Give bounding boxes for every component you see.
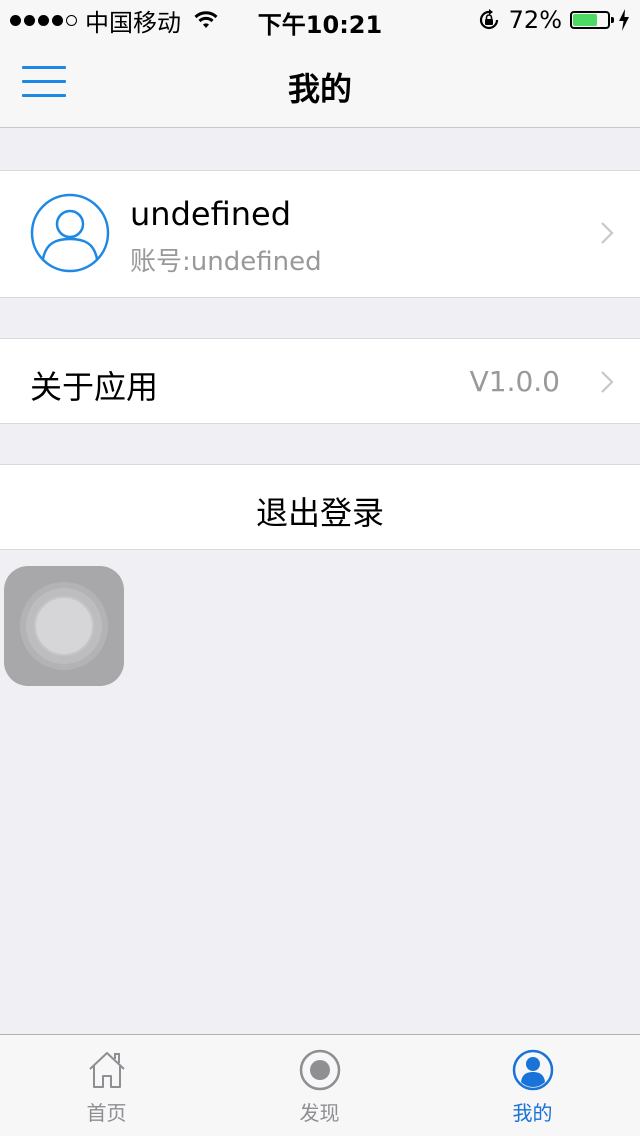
- navigation-bar: 我的: [0, 40, 640, 128]
- user-avatar-icon: [30, 193, 110, 273]
- status-right: 72%: [477, 5, 630, 35]
- tab-profile[interactable]: 我的: [426, 1035, 640, 1136]
- screen: 中国移动 下午10:21 72% 我的 undefined 账号:undefin…: [0, 0, 640, 1136]
- about-app-cell[interactable]: 关于应用 V1.0.0: [0, 338, 640, 424]
- tab-profile-label: 我的: [512, 1101, 553, 1125]
- about-app-label: 关于应用: [30, 368, 159, 406]
- assistive-touch-button[interactable]: [4, 566, 124, 686]
- app-version: V1.0.0: [469, 365, 560, 398]
- chevron-right-icon: [601, 222, 614, 244]
- logout-button[interactable]: 退出登录: [0, 464, 640, 550]
- tab-discover-label: 发现: [299, 1101, 340, 1125]
- profile-icon: [512, 1049, 554, 1091]
- tab-discover[interactable]: 发现: [213, 1035, 426, 1136]
- logout-label: 退出登录: [255, 494, 384, 532]
- home-icon: [89, 1052, 125, 1088]
- battery-percent: 72%: [508, 6, 562, 34]
- profile-cell[interactable]: undefined 账号:undefined: [0, 170, 640, 298]
- battery-fill: [573, 14, 598, 26]
- orientation-lock-icon: [479, 9, 498, 30]
- page-title: 我的: [287, 70, 352, 108]
- tab-home[interactable]: 首页: [0, 1035, 213, 1136]
- tab-bar: 首页 发现 我的: [0, 1034, 640, 1136]
- status-bar: 中国移动 下午10:21 72%: [0, 0, 640, 40]
- tab-home-label: 首页: [86, 1101, 127, 1125]
- battery-icon: [570, 11, 614, 29]
- profile-name: undefined: [130, 195, 291, 233]
- charging-bolt-icon: [619, 9, 629, 31]
- chevron-right-icon: [601, 371, 614, 393]
- profile-account: 账号:undefined: [130, 247, 322, 277]
- discover-icon: [299, 1049, 341, 1091]
